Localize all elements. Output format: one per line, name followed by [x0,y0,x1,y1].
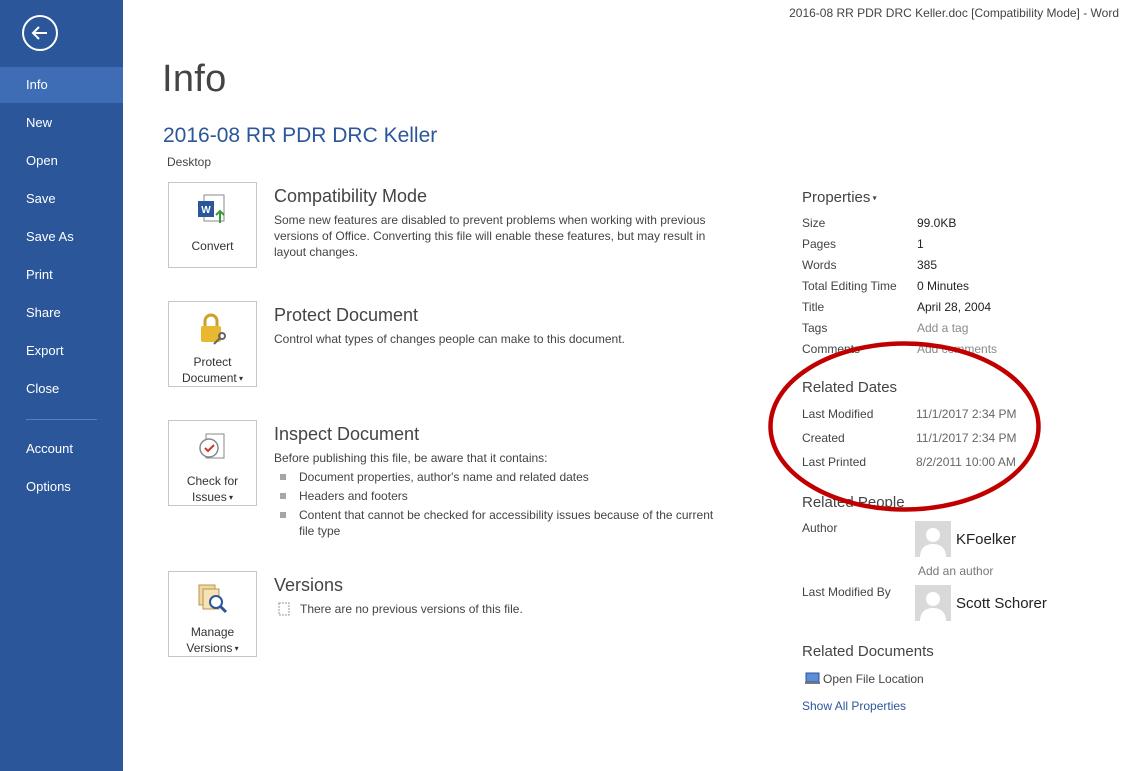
inspect-title: Inspect Document [274,424,420,444]
date-label: Created [802,431,845,445]
property-value: 99.0KB [917,216,957,230]
date-value: 11/1/2017 2:34 PM [916,407,1017,421]
list-item: Document properties, author's name and r… [280,469,720,485]
nav-share[interactable]: Share [0,295,123,331]
property-label: Tags [802,321,828,335]
avatar[interactable] [915,521,951,557]
property-value: 385 [917,258,938,272]
nav-info[interactable]: Info [0,67,123,103]
inspect-label-1: Check for [186,474,239,488]
title-value[interactable]: April 28, 2004 [917,300,991,314]
dropdown-caret-icon: ▾ [232,643,239,653]
manage-versions-icon [198,584,228,614]
convert-button[interactable]: W Convert [168,182,257,268]
author-label: Author [802,521,838,535]
backstage-sidebar: Info New Open Save Save As Print Share E… [0,0,123,771]
document-location[interactable]: Desktop [167,155,211,169]
lock-key-icon [201,313,226,345]
tags-input[interactable]: Add a tag [917,321,968,335]
date-label: Last Modified [802,407,874,421]
nav-print[interactable]: Print [0,257,123,293]
properties-title[interactable]: Properties ▾ [802,189,877,206]
property-value: 1 [917,237,924,251]
related-documents-title: Related Documents [802,643,934,660]
nav-export[interactable]: Export [0,333,123,369]
protect-label-2: Document [182,371,237,385]
dropdown-caret-icon: ▾ [870,193,877,203]
inspect-label-2: Issues [192,490,227,504]
person-icon [920,592,946,621]
property-label: Total Editing Time [802,279,897,293]
inspect-text: Before publishing this file, be aware th… [274,451,548,465]
person-icon [920,528,946,557]
date-value: 11/1/2017 2:34 PM [916,431,1017,445]
nav-new[interactable]: New [0,105,123,141]
nav-save[interactable]: Save [0,181,123,217]
property-label: Title [802,300,825,314]
last-modified-by-label: Last Modified By [802,585,891,599]
compatibility-text: Some new features are disabled to preven… [274,213,706,259]
show-all-properties-link[interactable]: Show All Properties [802,699,906,713]
convert-label: Convert [191,239,234,253]
inspect-bullet-list: Document properties, author's name and r… [280,469,720,542]
versions-text: There are no previous versions of this f… [300,602,523,616]
related-dates-title: Related Dates [802,379,898,396]
property-value: 0 Minutes [917,279,970,293]
protect-label-1: Protect [193,355,232,369]
nav-save-as[interactable]: Save As [0,219,123,255]
document-title: 2016-08 RR PDR DRC Keller [163,124,438,147]
annotation-ellipse [768,341,1041,512]
date-value: 8/2/2011 10:00 AM [916,455,1016,469]
folder-location-icon [805,672,820,684]
word-convert-icon: W [198,194,225,223]
related-people-title: Related People [802,494,905,511]
property-label: Comments [802,342,861,356]
back-arrow-icon[interactable] [22,15,58,51]
check-for-issues-button[interactable]: Check for Issues ▾ [168,420,257,506]
list-item: Headers and footers [280,488,720,504]
versions-label-1: Manage [190,625,235,639]
protect-text: Control what types of changes people can… [274,332,625,346]
property-label: Pages [802,237,837,251]
protect-title: Protect Document [274,305,419,325]
window-title: 2016-08 RR PDR DRC Keller.doc [Compatibi… [789,6,1119,20]
last-modified-by-name[interactable]: Scott Schorer [956,595,1047,612]
add-author-link[interactable]: Add an author [918,564,993,578]
compatibility-title: Compatibility Mode [274,186,428,206]
nav-open[interactable]: Open [0,143,123,179]
nav-account[interactable]: Account [0,431,123,467]
versions-title: Versions [274,575,344,595]
open-file-location-link[interactable]: Open File Location [823,672,924,686]
property-label: Size [802,216,826,230]
svg-text:W: W [201,205,211,216]
property-label: Words [802,258,837,272]
dropdown-caret-icon: ▾ [236,373,243,383]
list-item: Content that cannot be checked for acces… [280,507,720,539]
versions-label-2: Versions [186,641,233,655]
dropdown-caret-icon: ▾ [226,492,233,502]
page-title: Info [162,58,227,100]
date-label: Last Printed [802,455,867,469]
author-name[interactable]: KFoelker [956,531,1016,548]
nav-divider [26,419,97,420]
document-versions-icon [278,602,290,616]
protect-document-button[interactable]: Protect Document ▾ [168,301,257,387]
nav-options[interactable]: Options [0,469,123,505]
inspect-document-icon [199,433,225,459]
comments-input[interactable]: Add comments [917,342,997,356]
nav-close[interactable]: Close [0,371,123,407]
manage-versions-button[interactable]: Manage Versions ▾ [168,571,257,657]
avatar[interactable] [915,585,951,621]
